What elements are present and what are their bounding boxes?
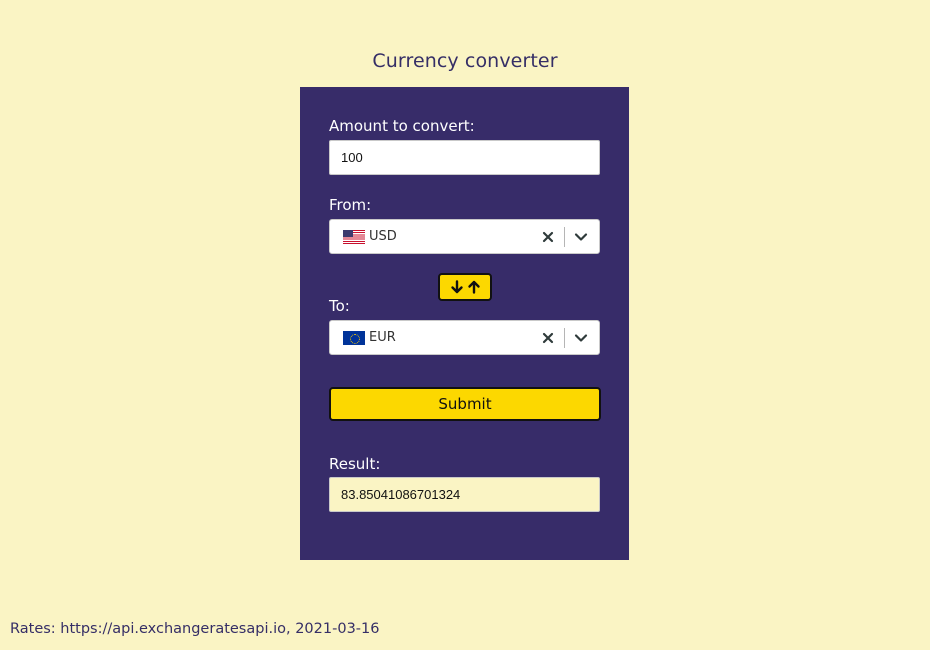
- to-currency-value: EUR: [343, 321, 396, 354]
- result-value: 83.85041086701324: [341, 487, 461, 502]
- arrow-up-icon: [467, 280, 480, 294]
- chevron-down-icon: [574, 233, 588, 241]
- rates-source-text: Rates: https://api.exchangeratesapi.io, …: [10, 621, 380, 637]
- from-dropdown-button[interactable]: [571, 227, 591, 247]
- eu-flag-icon: [343, 330, 365, 345]
- from-currency-select[interactable]: USD: [329, 219, 600, 254]
- submit-button[interactable]: Submit: [329, 387, 601, 421]
- from-label: From:: [329, 196, 372, 214]
- result-label: Result:: [329, 455, 381, 473]
- us-flag-icon: [343, 229, 365, 244]
- to-label: To:: [329, 297, 350, 315]
- close-icon: [542, 231, 554, 243]
- to-dropdown-button[interactable]: [571, 328, 591, 348]
- select-separator: [564, 328, 565, 348]
- to-currency-select[interactable]: EUR: [329, 320, 600, 355]
- select-separator: [564, 227, 565, 247]
- to-clear-button[interactable]: [539, 328, 557, 348]
- amount-input[interactable]: [329, 140, 600, 175]
- from-currency-code: USD: [369, 229, 397, 244]
- chevron-down-icon: [574, 334, 588, 342]
- page-title: Currency converter: [372, 50, 558, 72]
- from-currency-value: USD: [343, 220, 397, 253]
- close-icon: [542, 332, 554, 344]
- to-currency-code: EUR: [369, 330, 396, 345]
- from-clear-button[interactable]: [539, 227, 557, 247]
- result-field[interactable]: 83.85041086701324: [329, 477, 600, 512]
- swap-currencies-button[interactable]: [438, 273, 492, 301]
- arrow-down-icon: [450, 280, 463, 294]
- converter-panel: Amount to convert: From: USD To:: [300, 87, 629, 560]
- amount-label: Amount to convert:: [329, 117, 475, 135]
